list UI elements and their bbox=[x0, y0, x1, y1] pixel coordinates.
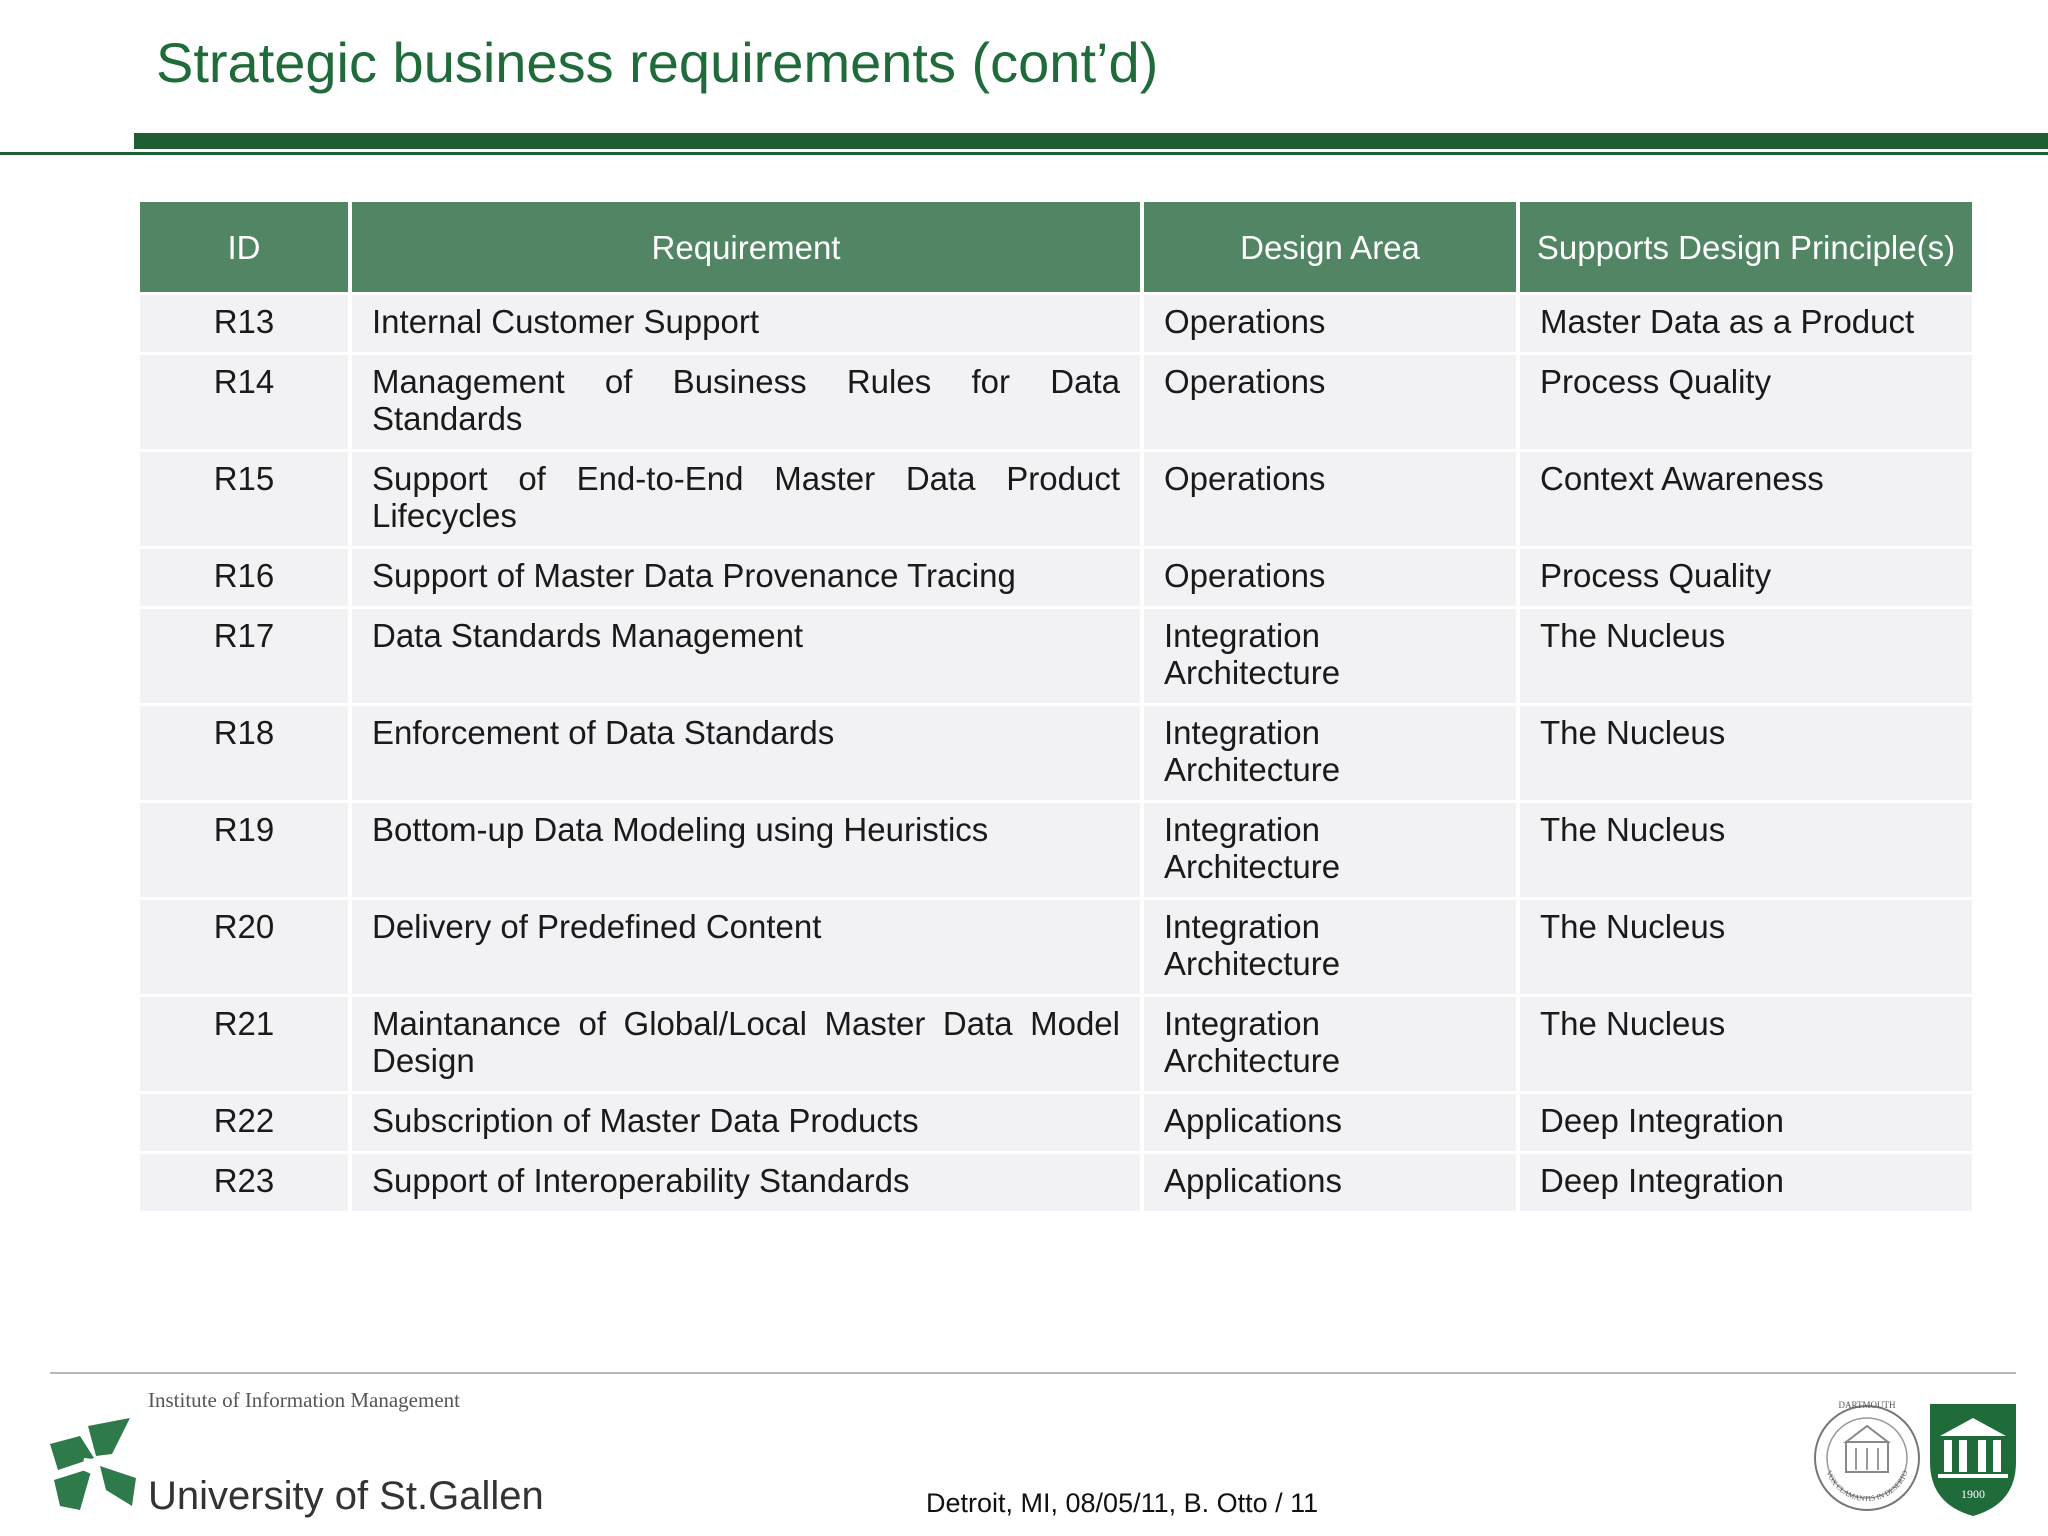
table-header-row: ID Requirement Design Area Supports Desi… bbox=[140, 202, 1972, 292]
table-row: R16 Support of Master Data Provenance Tr… bbox=[140, 549, 1972, 606]
table-row: R14 Management of Business Rules for Dat… bbox=[140, 355, 1972, 449]
row-requirement: Data Standards Management bbox=[352, 609, 1140, 703]
row-principle: The Nucleus bbox=[1520, 609, 1972, 703]
row-requirement: Internal Customer Support bbox=[352, 295, 1140, 352]
row-principle: The Nucleus bbox=[1520, 997, 1972, 1091]
row-id: R19 bbox=[140, 803, 348, 897]
row-principle: Master Data as a Product bbox=[1520, 295, 1972, 352]
row-requirement: Support of End-to-End Master Data Produc… bbox=[352, 452, 1140, 546]
row-requirement: Support of Interoperability Standards bbox=[352, 1154, 1140, 1211]
row-principle: Context Awareness bbox=[1520, 452, 1972, 546]
title-rule-thick bbox=[134, 133, 2048, 149]
row-design-area: Applications bbox=[1144, 1154, 1516, 1211]
row-id: R13 bbox=[140, 295, 348, 352]
dartmouth-seal-icon: DARTMOUTH VOX CLAMANTIS IN DESERTO bbox=[1814, 1400, 1920, 1511]
table-row: R13 Internal Customer Support Operations… bbox=[140, 295, 1972, 352]
header-principles: Supports Design Principle(s) bbox=[1520, 202, 1972, 292]
row-id: R22 bbox=[140, 1094, 348, 1151]
dartmouth-shield-year: 1900 bbox=[1961, 1487, 1985, 1501]
row-design-area: Integration Architecture bbox=[1144, 997, 1516, 1091]
table-row: R19 Bottom-up Data Modeling using Heuris… bbox=[140, 803, 1972, 897]
footer-rule bbox=[50, 1372, 2016, 1374]
header-design-area: Design Area bbox=[1144, 202, 1516, 292]
row-requirement: Subscription of Master Data Products bbox=[352, 1094, 1140, 1151]
dartmouth-seal-name: DARTMOUTH bbox=[1839, 1400, 1896, 1410]
dartmouth-shield-icon: 1900 bbox=[1930, 1404, 2016, 1516]
row-principle: Process Quality bbox=[1520, 549, 1972, 606]
row-id: R14 bbox=[140, 355, 348, 449]
table-row: R20 Delivery of Predefined Content Integ… bbox=[140, 900, 1972, 994]
row-requirement: Support of Master Data Provenance Tracin… bbox=[352, 549, 1140, 606]
row-id: R17 bbox=[140, 609, 348, 703]
row-design-area: Operations bbox=[1144, 549, 1516, 606]
row-requirement: Bottom-up Data Modeling using Heuristics bbox=[352, 803, 1140, 897]
row-id: R21 bbox=[140, 997, 348, 1091]
row-principle: Deep Integration bbox=[1520, 1094, 1972, 1151]
footer-university: University of St.Gallen bbox=[148, 1474, 544, 1518]
row-requirement: Management of Business Rules for Data St… bbox=[352, 355, 1140, 449]
row-design-area: Integration Architecture bbox=[1144, 803, 1516, 897]
footer-institute: Institute of Information Management bbox=[148, 1388, 460, 1412]
row-principle: Deep Integration bbox=[1520, 1154, 1972, 1211]
row-principle: The Nucleus bbox=[1520, 900, 1972, 994]
row-principle: The Nucleus bbox=[1520, 803, 1972, 897]
row-id: R18 bbox=[140, 706, 348, 800]
row-requirement: Delivery of Predefined Content bbox=[352, 900, 1140, 994]
row-id: R20 bbox=[140, 900, 348, 994]
row-design-area: Applications bbox=[1144, 1094, 1516, 1151]
table-row: R22 Subscription of Master Data Products… bbox=[140, 1094, 1972, 1151]
row-id: R23 bbox=[140, 1154, 348, 1211]
row-id: R16 bbox=[140, 549, 348, 606]
row-requirement: Maintanance of Global/Local Master Data … bbox=[352, 997, 1140, 1091]
row-design-area: Integration Architecture bbox=[1144, 900, 1516, 994]
row-design-area: Operations bbox=[1144, 295, 1516, 352]
table-row: R17 Data Standards Management Integratio… bbox=[140, 609, 1972, 703]
row-requirement: Enforcement of Data Standards bbox=[352, 706, 1140, 800]
requirements-table: ID Requirement Design Area Supports Desi… bbox=[136, 199, 1976, 1214]
svg-text:VOX CLAMANTIS IN DESERTO: VOX CLAMANTIS IN DESERTO bbox=[1824, 1469, 1910, 1503]
row-design-area: Integration Architecture bbox=[1144, 706, 1516, 800]
footer-info: Detroit, MI, 08/05/11, B. Otto / 11 bbox=[926, 1488, 1319, 1518]
header-id: ID bbox=[140, 202, 348, 292]
row-principle: The Nucleus bbox=[1520, 706, 1972, 800]
table-row: R23 Support of Interoperability Standard… bbox=[140, 1154, 1972, 1211]
slide-title: Strategic business requirements (cont’d) bbox=[156, 31, 1159, 94]
row-id: R15 bbox=[140, 452, 348, 546]
table-row: R18 Enforcement of Data Standards Integr… bbox=[140, 706, 1972, 800]
table-row: R15 Support of End-to-End Master Data Pr… bbox=[140, 452, 1972, 546]
row-design-area: Integration Architecture bbox=[1144, 609, 1516, 703]
header-requirement: Requirement bbox=[352, 202, 1140, 292]
row-design-area: Operations bbox=[1144, 452, 1516, 546]
row-design-area: Operations bbox=[1144, 355, 1516, 449]
table-row: R21 Maintanance of Global/Local Master D… bbox=[140, 997, 1972, 1091]
st-gallen-logo-icon bbox=[50, 1418, 136, 1510]
row-principle: Process Quality bbox=[1520, 355, 1972, 449]
dartmouth-seal-motto: VOX CLAMANTIS IN DESERTO bbox=[1824, 1469, 1910, 1503]
title-rule-thin bbox=[0, 152, 2048, 155]
